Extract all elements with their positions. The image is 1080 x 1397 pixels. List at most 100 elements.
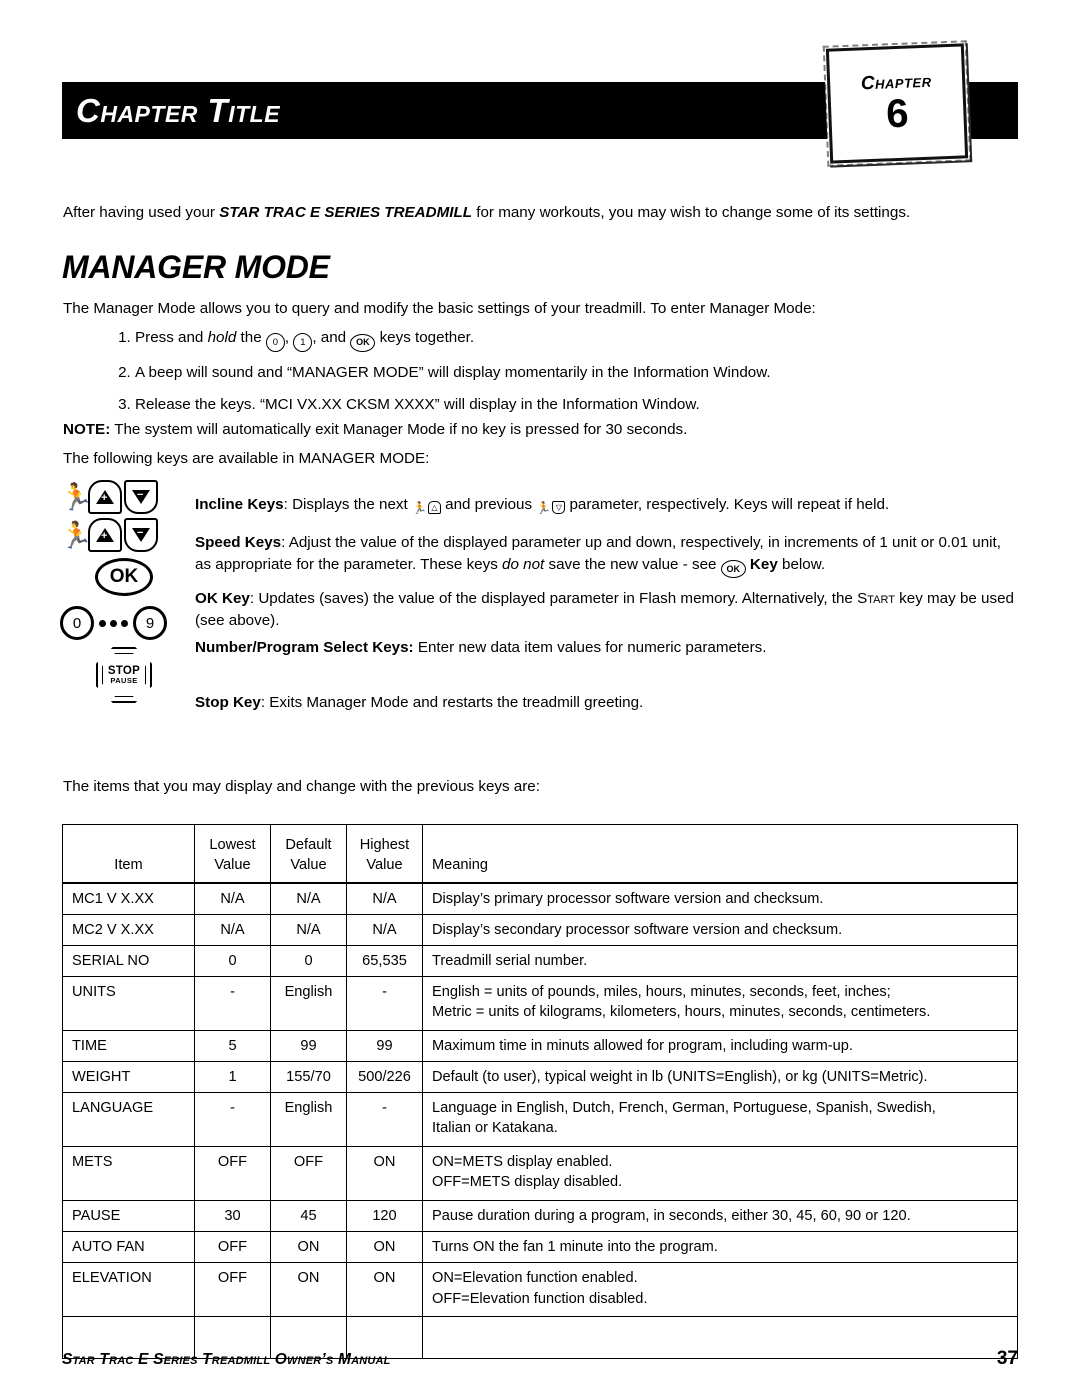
incline-keys-icon-row: 🏃 + − [58,478,188,516]
cell-default-value: 45 [270,1200,347,1233]
table-row: ELEVATION OFF ON ON ON=Elevation function en… [62,1262,1018,1318]
cell-default-value: 99 [270,1029,347,1063]
ellipsis-dots-icon [99,619,128,627]
speed-keys-description: Speed Keys: Adjust the value of the disp… [195,532,1021,579]
speed-bold-key: Key [745,555,778,573]
cell-meaning: Language in English, Dutch, French, Germ… [422,1092,1018,1148]
cell-item: AUTO FAN [62,1231,195,1264]
stop-pause-octagon-icon: STOP PAUSE [96,647,152,703]
meaning-line: OFF=Elevation function disabled. [432,1290,648,1307]
cell-highest-value: N/A [346,913,423,946]
footer-manual-title: Star Trac E Series Treadmill Owner’s Man… [62,1351,391,1368]
meaning-line: Treadmill serial number. [432,952,588,969]
cell-lowest-value: OFF [194,1262,271,1318]
note-paragraph: NOTE: The system will automatically exit… [63,419,1021,441]
cell-default-value: OFF [270,1146,347,1202]
table-row: AUTO FAN OFF ON ON Turns ON the fan 1 minute… [62,1231,1018,1264]
cell-highest-value: 99 [346,1029,423,1063]
chapter-badge-word: Chapter [860,70,932,95]
cell-item: UNITS [62,975,195,1031]
cell-meaning: Display’s secondary processor software v… [422,913,1018,946]
chapter-number-badge: Chapter 6 [825,43,969,164]
header-lowest-line1: Lowest [209,837,256,854]
stop-label: STOP [107,664,141,677]
header-highest-line1: Highest [359,837,410,854]
step1-middle: the [236,329,266,346]
following-keys-line: The following keys are available in MANA… [63,450,430,467]
step1-prefix: Press and [135,329,208,346]
table-row: MC2 V X.XX N/A N/A N/A Display’s secondary p… [62,913,1018,946]
cell-item: TIME [62,1029,195,1063]
note-label: NOTE: [63,421,111,438]
cap-down: ▽ [552,501,566,514]
stop-key-title: Stop Key [195,694,261,711]
table-row: LANGUAGE - English - Language in English, Du… [62,1092,1018,1148]
cell-lowest-value: 30 [194,1200,271,1233]
meaning-line: Display’s primary processor software ver… [432,890,824,907]
table-row: SERIAL NO 0 0 65,535 Treadmill serial number… [62,944,1018,977]
table-body: MC1 V X.XX N/A N/A N/A Display’s primary pro… [62,882,1018,1360]
table-header-row: Item Lowest Value Default Value Highest … [62,824,1018,884]
meaning-line: Display’s secondary processor software v… [432,921,843,938]
speed-part2: save the new value - see [544,555,721,573]
key-1-icon: 1 [293,333,313,353]
triangle-up-icon: + [96,490,114,504]
speed-runner-icon: 🏃 [60,520,93,550]
cell-lowest-value: 0 [194,944,271,977]
step-item-2: A beep will sound and “MANAGER MODE” wil… [135,362,1019,383]
number-key-9-icon: 9 [133,606,167,640]
table-row: TIME 5 99 99 Maximum time in minuts allowed … [62,1029,1018,1063]
note-text: The system will automatically exit Manag… [110,421,688,438]
incline-down-inline-icon: 🏃 ▽ [536,498,566,514]
step1-suffix: keys together. [375,329,475,346]
number-keys-icon-row: 0 9 [60,600,188,646]
key-ok-icon: OK [350,333,376,352]
page-footer: Star Trac E Series Treadmill Owner’s Man… [62,1348,1018,1370]
section-heading: MANAGER MODE [62,249,330,285]
number-key-0-icon: 0 [60,606,94,640]
step-item-3: Release the keys. “MCI VX.XX CKSM XXXX” … [135,394,1019,415]
cell-default-value: 155/70 [270,1060,347,1094]
table-row: PAUSE 30 45 120 Pause duration during a prog… [62,1200,1018,1233]
header-default-value: Default Value [270,824,347,884]
intro-after: for many workouts, you may wish to chang… [472,204,911,221]
cell-item: ELEVATION [62,1262,195,1318]
speed-up-button-icon: + [88,518,122,552]
header-default-line2: Value [290,857,327,874]
meaning-line: Italian or Katakana. [432,1120,558,1137]
plus-sign: + [101,530,108,542]
table-head: Item Lowest Value Default Value Highest … [62,824,1018,884]
incline-person-ramp-icon: 🏃 [58,480,94,514]
speed-down-button-icon: − [124,518,158,552]
cap-up: △ [427,501,441,514]
minus-sign: − [137,527,144,539]
cell-highest-value: - [346,1092,423,1148]
cell-item: METS [62,1146,195,1202]
cell-highest-value: 500/226 [346,1060,423,1094]
meaning-line: English = units of pounds, miles, hours,… [432,983,891,1000]
footer-page-number: 37 [996,1348,1018,1369]
cell-meaning: ON=Elevation function enabled. OFF=Elevat… [422,1262,1018,1318]
header-default-line1: Default [285,837,332,854]
cell-default-value: English [270,975,347,1031]
ok-part1: : Updates (saves) the value of the displ… [249,590,858,607]
cell-highest-value: 120 [346,1200,423,1233]
cell-highest-value: N/A [346,882,423,915]
minus-sign: − [137,489,144,501]
cell-lowest-value: N/A [194,913,271,946]
items-lead-paragraph: The items that you may display and chang… [63,778,540,795]
cell-default-value: N/A [270,913,347,946]
header-lowest-value: Lowest Value [194,824,271,884]
key-legend-icon-column: 🏃 + − 🏃 + − OK 0 9 STOP PAUSE [58,478,188,704]
incline-part2: and previous [440,496,537,513]
meaning-line: Turns ON the fan 1 minute into the progr… [432,1239,718,1256]
header-highest-value: Highest Value [346,824,423,884]
cell-lowest-value: 1 [194,1060,271,1094]
cell-highest-value: - [346,975,423,1031]
cell-meaning: Treadmill serial number. [422,944,1018,977]
pause-label: PAUSE [110,675,138,685]
meaning-line: Language in English, Dutch, French, Germ… [432,1100,936,1117]
triangle-down-icon: − [132,528,150,542]
meaning-line: Maximum time in minuts allowed for progr… [432,1037,853,1054]
incline-down-button-icon: − [124,480,158,514]
